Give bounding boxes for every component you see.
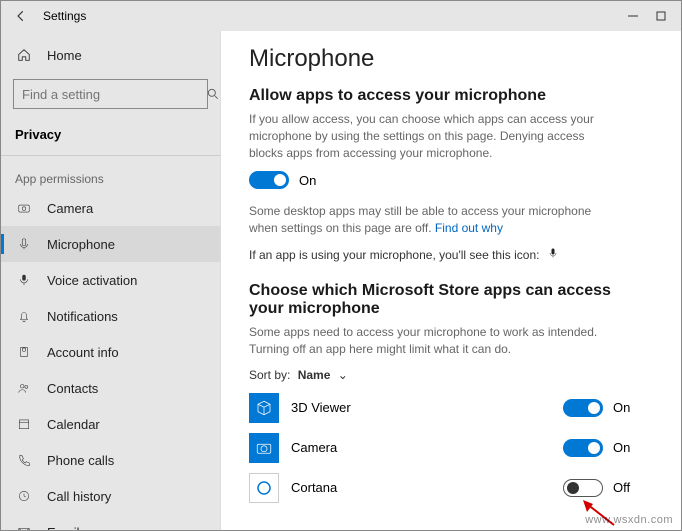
nav-label: Contacts	[47, 381, 98, 396]
store-desc: Some apps need to access your microphone…	[249, 324, 619, 358]
app-name: Camera	[291, 440, 563, 455]
app-toggle-camera[interactable]	[563, 439, 603, 457]
phone-icon	[15, 453, 33, 467]
allow-desc: If you allow access, you can choose whic…	[249, 111, 619, 161]
search-input-wrap[interactable]	[13, 79, 208, 109]
sidebar-item-contacts[interactable]: Contacts	[1, 370, 220, 406]
account-icon	[15, 345, 33, 359]
page-title: Microphone	[249, 45, 653, 73]
home-icon	[15, 48, 33, 62]
nav-label: Email	[47, 525, 80, 531]
sidebar-item-notifications[interactable]: Notifications	[1, 298, 220, 334]
sidebar-item-email[interactable]: Email	[1, 514, 220, 530]
history-icon	[15, 489, 33, 503]
app-row-3d-viewer: 3D Viewer On	[249, 388, 653, 428]
window-title: Settings	[43, 9, 627, 23]
app-state: Off	[613, 480, 630, 495]
app-row-camera: Camera On	[249, 428, 653, 468]
section-label: App permissions	[1, 162, 220, 190]
app-state: On	[613, 440, 630, 455]
nav-label: Account info	[47, 345, 119, 360]
nav-label: Voice activation	[47, 273, 137, 288]
desktop-note: Some desktop apps may still be able to a…	[249, 203, 619, 237]
in-use-note: If an app is using your microphone, you'…	[249, 247, 653, 262]
allow-heading: Allow apps to access your microphone	[249, 87, 653, 105]
mic-status-icon	[547, 247, 559, 262]
nav-label: Microphone	[47, 237, 115, 252]
watermark: www.wsxdn.com	[585, 514, 673, 526]
app-toggle-3d-viewer[interactable]	[563, 399, 603, 417]
app-row-cortana: Cortana Off	[249, 468, 653, 508]
privacy-header: Privacy	[1, 119, 220, 149]
sidebar-item-account-info[interactable]: Account info	[1, 334, 220, 370]
contacts-icon	[15, 381, 33, 395]
sidebar-item-call-history[interactable]: Call history	[1, 478, 220, 514]
chevron-down-icon: ⌄	[338, 368, 348, 382]
app-name: Cortana	[291, 480, 563, 495]
camera-app-icon	[249, 433, 279, 463]
cortana-icon	[249, 473, 279, 503]
allow-toggle-label: On	[299, 173, 316, 188]
sidebar-item-camera[interactable]: Camera	[1, 190, 220, 226]
voice-icon	[15, 273, 33, 287]
microphone-icon	[15, 237, 33, 251]
3d-viewer-icon	[249, 393, 279, 423]
sort-dropdown[interactable]: Sort by: Name ⌄	[249, 368, 653, 382]
back-button[interactable]	[11, 6, 31, 26]
camera-icon	[15, 201, 33, 215]
calendar-icon	[15, 417, 33, 431]
bell-icon	[15, 309, 33, 323]
home-label: Home	[47, 48, 82, 63]
nav-label: Calendar	[47, 417, 100, 432]
find-out-why-link[interactable]: Find out why	[435, 221, 503, 235]
search-input[interactable]	[14, 87, 206, 102]
maximize-button[interactable]	[655, 10, 667, 22]
main-content: Microphone Allow apps to access your mic…	[221, 31, 681, 530]
store-heading: Choose which Microsoft Store apps can ac…	[249, 282, 619, 318]
nav-label: Notifications	[47, 309, 118, 324]
sidebar-item-voice-activation[interactable]: Voice activation	[1, 262, 220, 298]
app-name: 3D Viewer	[291, 400, 563, 415]
app-state: On	[613, 400, 630, 415]
sidebar-item-calendar[interactable]: Calendar	[1, 406, 220, 442]
nav-label: Camera	[47, 201, 93, 216]
nav-label: Phone calls	[47, 453, 114, 468]
home-nav[interactable]: Home	[1, 37, 220, 73]
email-icon	[15, 525, 33, 530]
minimize-button[interactable]	[627, 10, 639, 22]
nav-label: Call history	[47, 489, 111, 504]
sidebar-item-microphone[interactable]: Microphone	[1, 226, 220, 262]
sidebar-item-phone-calls[interactable]: Phone calls	[1, 442, 220, 478]
app-toggle-cortana[interactable]	[563, 479, 603, 497]
sidebar: Home Privacy App permissions Camera Micr…	[1, 31, 221, 530]
allow-apps-toggle[interactable]	[249, 171, 289, 189]
search-icon	[206, 87, 220, 101]
